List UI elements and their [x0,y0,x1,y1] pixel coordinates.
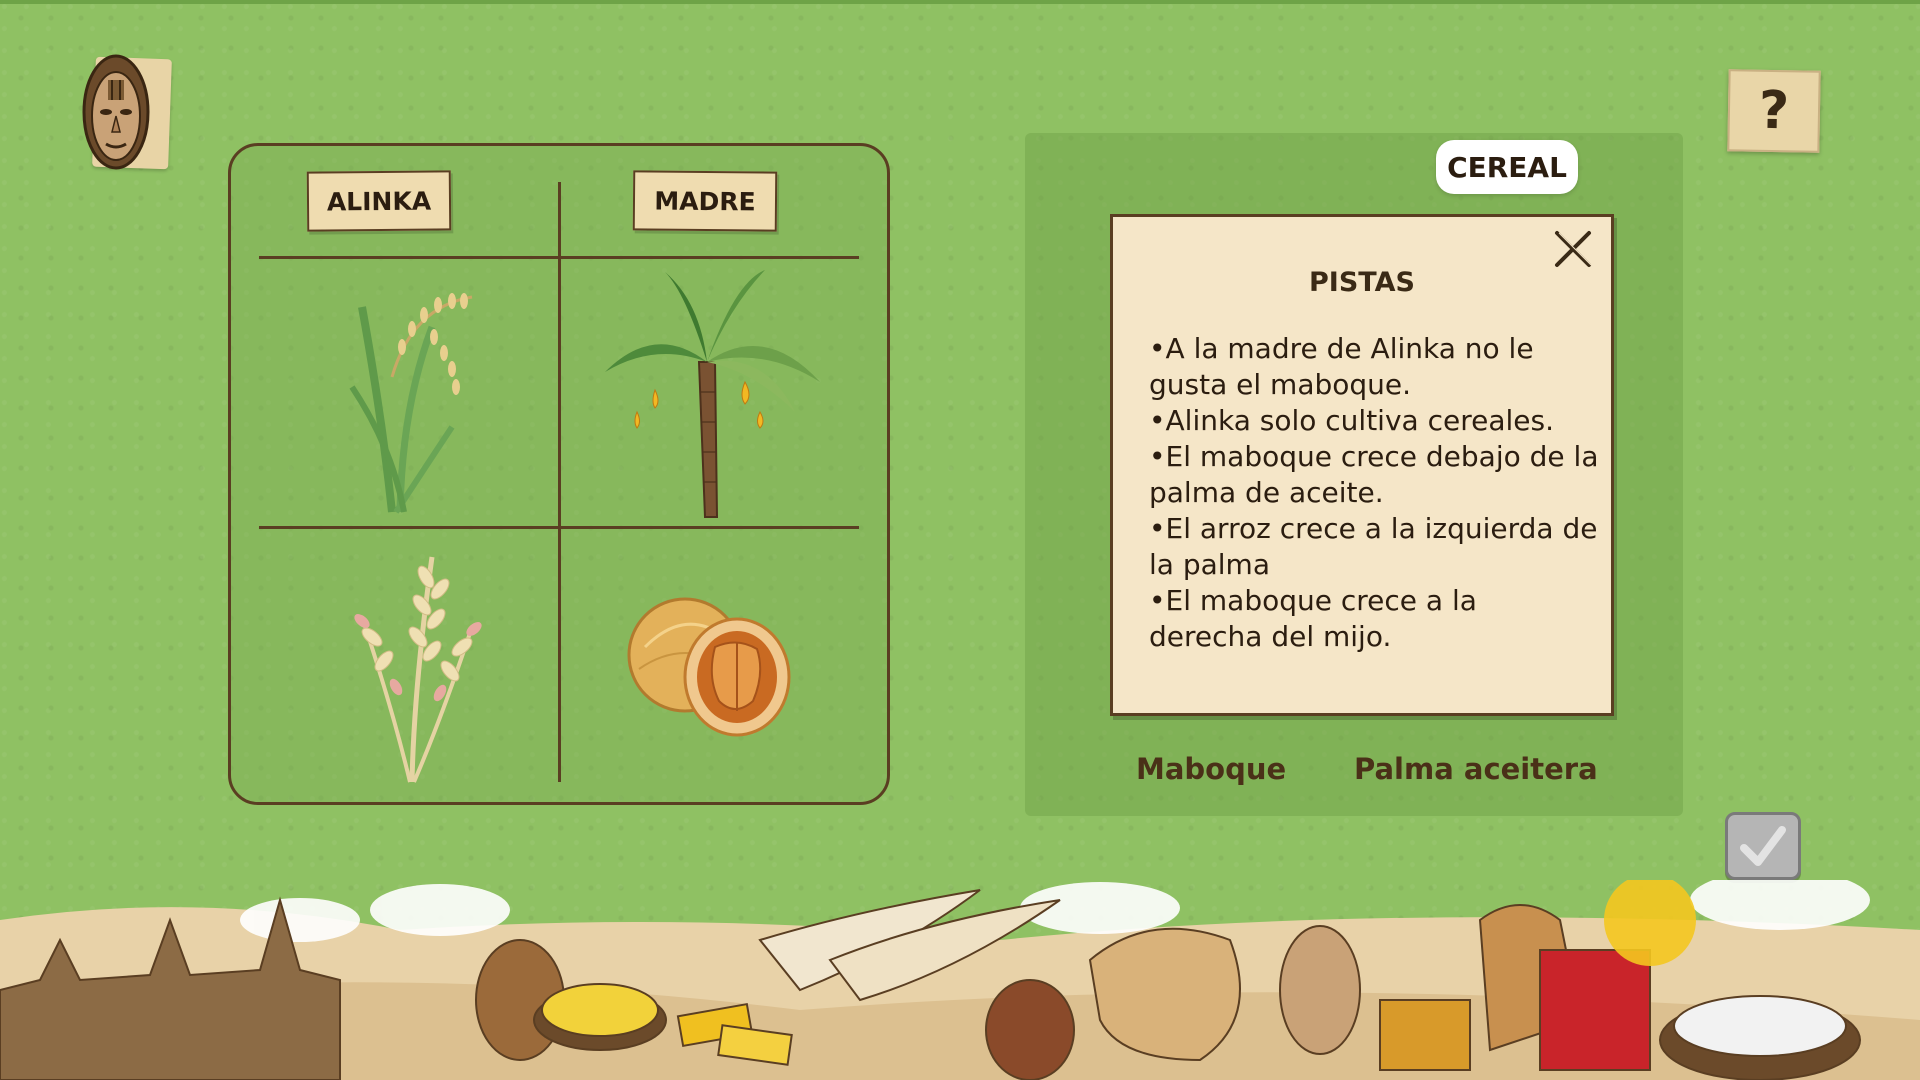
grid-cell-madre-top[interactable] [565,262,855,522]
african-mask-icon [82,54,150,170]
category-tab-label: CEREAL [1447,150,1567,184]
hints-dialog: PISTAS •A la madre de Alinka no le gusta… [1110,214,1614,716]
hint-item: •El arroz crece a la izquierda de la pal… [1149,512,1598,581]
top-border [0,0,1920,4]
hint-item: •El maboque crece debajo de la palma de … [1149,440,1599,509]
hint-item: •Alinka solo cultiva cereales. [1149,404,1554,437]
column-header-label: ALINKA [326,186,432,216]
hints-list: •A la madre de Alinka no le gusta el mab… [1149,331,1599,655]
hints-title: PISTAS [1309,267,1415,298]
check-answer-button[interactable] [1725,812,1801,880]
close-icon [1555,231,1592,267]
column-header-alinka: ALINKA [306,170,452,232]
grid-cell-alinka-top[interactable] [267,262,557,522]
help-label: ? [1758,80,1790,142]
grid-divider-horizontal [259,256,859,259]
maboque-fruit-icon [627,597,791,737]
help-button[interactable]: ? [1727,69,1821,153]
oil-palm-icon [605,270,820,518]
close-button[interactable] [1551,227,1595,271]
option-label-maboque[interactable]: Maboque [1136,752,1286,786]
grid-divider-horizontal [259,526,859,529]
hint-item: •A la madre de Alinka no le gusta el mab… [1149,332,1534,401]
millet-icon [354,556,482,783]
grid-cell-madre-bottom[interactable] [565,532,855,792]
column-header-madre: MADRE [632,170,778,232]
profile-mask-button[interactable] [80,50,172,174]
african-market-scenery [0,880,1920,1080]
checkmark-icon [1740,826,1786,866]
category-tab-cereal[interactable]: CEREAL [1436,140,1578,194]
hint-item: •El maboque crece a la derecha del mijo. [1149,584,1477,653]
column-header-label: MADRE [654,186,756,216]
rice-plant-icon [349,293,473,514]
grid-divider-vertical [558,182,561,782]
option-label-palma-aceitera[interactable]: Palma aceitera [1354,752,1598,786]
puzzle-grid: ALINKA MADRE [228,143,890,805]
grid-cell-alinka-bottom[interactable] [267,532,557,792]
